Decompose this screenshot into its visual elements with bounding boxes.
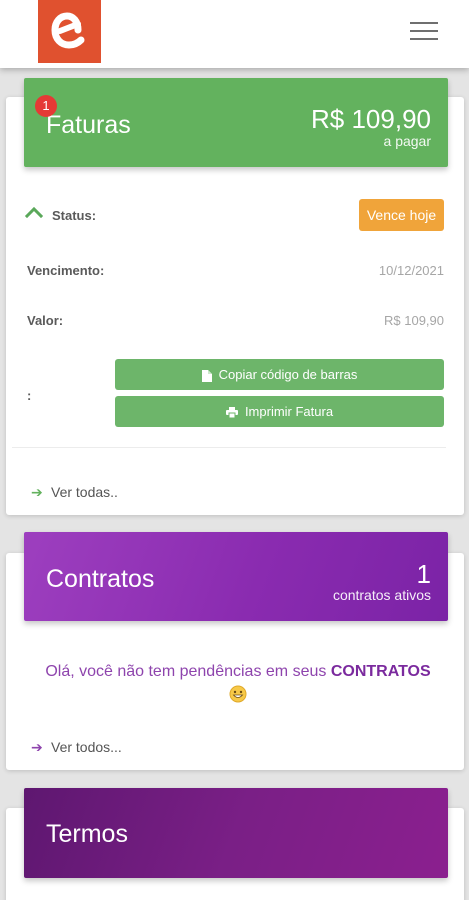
divider — [12, 447, 446, 448]
faturas-view-all-label: Ver todas.. — [51, 484, 118, 500]
print-invoice-button[interactable]: Imprimir Fatura — [115, 396, 444, 427]
vencimento-value: 10/12/2021 — [378, 263, 444, 278]
barcode-label: : — [27, 388, 32, 403]
hamburger-icon[interactable] — [410, 22, 444, 48]
valor-label: Valor: — [27, 313, 64, 328]
contratos-header[interactable]: Contratos 1 contratos ativos — [24, 532, 448, 621]
contratos-view-all-link[interactable]: ➔ Ver todos... — [31, 739, 122, 756]
contratos-message-text: Olá, você não tem pendências em seus — [45, 663, 327, 680]
print-invoice-label: Imprimir Fatura — [244, 404, 334, 419]
contratos-count: 1 — [416, 559, 431, 589]
copy-barcode-button[interactable]: Copiar código de barras — [115, 359, 444, 390]
faturas-amount: R$ 109,90 — [311, 104, 431, 134]
chevron-up-icon[interactable] — [25, 206, 43, 218]
contratos-title: Contratos — [46, 565, 155, 593]
notification-badge: 1 — [35, 95, 57, 117]
e-logo[interactable] — [38, 0, 101, 63]
termos-header[interactable]: Termos — [24, 788, 448, 878]
grinning-face-icon — [229, 685, 247, 703]
copy-barcode-label: Copiar código de barras — [218, 367, 358, 382]
faturas-title: Faturas — [46, 111, 131, 139]
vencimento-label: Vencimento: — [27, 263, 105, 278]
status-label: Status: — [52, 208, 97, 223]
arrow-right-icon: ➔ — [31, 739, 43, 755]
contratos-count-caption: contratos ativos — [332, 587, 431, 603]
termos-title: Termos — [46, 820, 128, 848]
faturas-header[interactable]: Faturas R$ 109,90 a pagar — [24, 78, 448, 167]
faturas-amount-caption: a pagar — [383, 133, 431, 149]
faturas-view-all-link[interactable]: ➔ Ver todas.. — [31, 484, 118, 501]
arrow-right-icon: ➔ — [31, 484, 43, 500]
top-bar — [0, 0, 469, 68]
printer-icon — [225, 407, 238, 419]
contratos-message: Olá, você não tem pendências em seus CON… — [14, 660, 462, 708]
contratos-message-strong: CONTRATOS — [330, 663, 431, 680]
status-badge: Vence hoje — [359, 199, 444, 231]
document-icon — [201, 369, 212, 382]
valor-value: R$ 109,90 — [384, 313, 444, 328]
contratos-view-all-label: Ver todos... — [51, 739, 122, 755]
